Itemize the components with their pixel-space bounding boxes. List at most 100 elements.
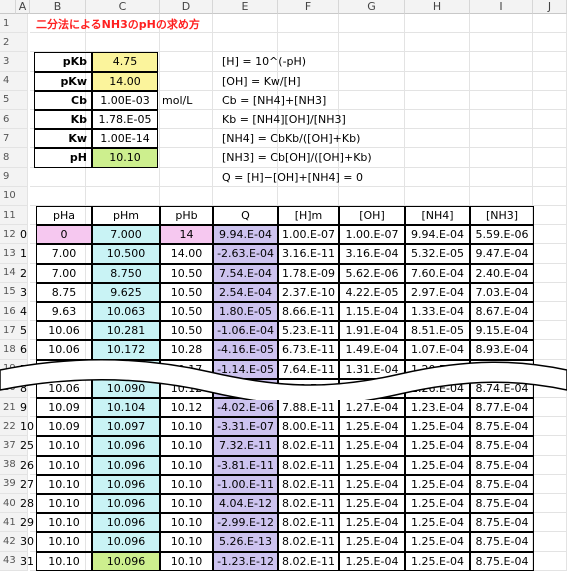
column-header-f[interactable]: F	[278, 0, 339, 14]
table-cell[interactable]: 1.25.E-04	[339, 417, 405, 437]
empty-cell[interactable]	[533, 494, 567, 514]
empty-cell[interactable]	[160, 148, 213, 168]
table-cell[interactable]: 1.25.E-04	[339, 474, 405, 494]
empty-cell[interactable]	[160, 129, 213, 149]
table-cell[interactable]: 10.28	[160, 340, 213, 360]
table-cell[interactable]: 5.26.E-13	[213, 532, 278, 552]
table-cell[interactable]: 4.04.E-12	[213, 494, 278, 514]
table-cell[interactable]: 10.096	[92, 513, 160, 533]
table-cell[interactable]: 10.097	[92, 417, 160, 437]
row-header-8[interactable]: 8	[0, 148, 28, 168]
empty-cell[interactable]	[533, 33, 567, 53]
table-cell[interactable]: 10.10	[160, 436, 213, 456]
column-header-i[interactable]: I	[470, 0, 533, 14]
table-cell[interactable]: 1.00.E-07	[278, 225, 339, 245]
empty-cell[interactable]	[278, 14, 339, 34]
empty-cell[interactable]	[470, 90, 533, 110]
table-cell[interactable]: 9.47.E-04	[470, 244, 534, 264]
table-cell[interactable]: 3.16.E-04	[339, 244, 405, 264]
table-cell[interactable]: 1.78.E-09	[278, 263, 339, 283]
table-cell[interactable]: 10.10	[160, 513, 213, 533]
row-header-3[interactable]: 3	[0, 52, 28, 72]
table-cell[interactable]: 10.10	[36, 436, 92, 456]
table-cell[interactable]: 1.25.E-04	[339, 436, 405, 456]
table-cell[interactable]: 1.25.E-04	[339, 551, 405, 571]
table-cell[interactable]: -4.16.E-05	[213, 340, 278, 360]
table-cell[interactable]: 8.75.E-04	[470, 513, 534, 533]
table-cell[interactable]: 10.10	[160, 532, 213, 552]
table-cell[interactable]: 10.06	[36, 340, 92, 360]
empty-cell[interactable]	[160, 186, 213, 206]
empty-cell[interactable]	[160, 110, 213, 130]
table-cell[interactable]: 1.25.E-04	[339, 513, 405, 533]
empty-cell[interactable]	[470, 14, 533, 34]
table-cell[interactable]: 5.62.E-06	[339, 263, 405, 283]
row-header-5[interactable]: 5	[0, 90, 28, 110]
column-header-b[interactable]: B	[30, 0, 86, 14]
table-cell[interactable]: 10.12	[160, 398, 213, 418]
table-cell[interactable]: 8.75.E-04	[470, 417, 534, 437]
table-cell[interactable]: 1.33.E-04	[405, 302, 470, 322]
table-cell[interactable]: 1.25.E-04	[405, 436, 470, 456]
table-cell[interactable]: 5.23.E-11	[278, 321, 339, 341]
table-cell[interactable]: 1.23.E-04	[405, 398, 470, 418]
table-cell[interactable]: 8.02.E-11	[278, 494, 339, 514]
row-header-10[interactable]: 10	[0, 186, 28, 206]
table-cell[interactable]: 1.25.E-04	[405, 474, 470, 494]
empty-cell[interactable]	[470, 148, 533, 168]
param-value-pkb[interactable]: 4.75	[92, 52, 158, 72]
row-header-11[interactable]: 11	[0, 206, 28, 226]
table-cell[interactable]: 8.75.E-04	[470, 532, 534, 552]
table-cell[interactable]: 10.10	[36, 455, 92, 475]
column-header-a[interactable]: A	[16, 0, 30, 14]
empty-cell[interactable]	[86, 186, 160, 206]
empty-cell[interactable]	[533, 110, 567, 130]
table-cell[interactable]: 8.75.E-04	[470, 455, 534, 475]
table-cell[interactable]: 2.54.E-04	[213, 282, 278, 302]
table-cell[interactable]: 10.50	[160, 302, 213, 322]
table-cell[interactable]: 10.50	[160, 263, 213, 283]
table-cell[interactable]: 8.02.E-11	[278, 474, 339, 494]
empty-cell[interactable]	[533, 263, 567, 283]
row-header-7[interactable]: 7	[0, 129, 28, 149]
table-cell[interactable]: 10.06	[36, 321, 92, 341]
empty-cell[interactable]	[30, 33, 86, 53]
table-cell[interactable]: 8.75	[36, 282, 92, 302]
empty-cell[interactable]	[533, 321, 567, 341]
table-cell[interactable]: 10.096	[92, 494, 160, 514]
table-cell[interactable]: 8.00.E-11	[278, 417, 339, 437]
table-cell[interactable]: 2.97.E-04	[405, 282, 470, 302]
table-cell[interactable]: 1.25.E-04	[405, 494, 470, 514]
table-cell[interactable]: 1.00.E-07	[339, 225, 405, 245]
empty-cell[interactable]	[160, 33, 213, 53]
empty-cell[interactable]	[533, 14, 567, 34]
column-header-d[interactable]: D	[160, 0, 213, 14]
table-cell[interactable]: 9.15.E-04	[470, 321, 534, 341]
table-cell[interactable]: -2.63.E-04	[213, 244, 278, 264]
table-cell[interactable]: 8.67.E-04	[470, 302, 534, 322]
table-cell[interactable]: 8.02.E-11	[278, 532, 339, 552]
table-cell[interactable]: 8.02.E-11	[278, 513, 339, 533]
table-cell[interactable]: 7.32.E-11	[213, 436, 278, 456]
table-cell[interactable]: 10.500	[92, 244, 160, 264]
empty-cell[interactable]	[278, 33, 339, 53]
empty-cell[interactable]	[160, 167, 213, 187]
table-cell[interactable]: 8.75.E-04	[470, 474, 534, 494]
empty-cell[interactable]	[213, 33, 278, 53]
table-cell[interactable]: 7.00	[36, 263, 92, 283]
column-header-j[interactable]: J	[533, 0, 567, 14]
table-cell[interactable]: 1.25.E-04	[339, 455, 405, 475]
table-cell[interactable]: 10.281	[92, 321, 160, 341]
empty-cell[interactable]	[533, 302, 567, 322]
table-cell[interactable]: 8.02.E-11	[278, 455, 339, 475]
empty-cell[interactable]	[470, 52, 533, 72]
empty-cell[interactable]	[30, 186, 86, 206]
table-cell[interactable]: -1.06.E-04	[213, 321, 278, 341]
table-cell[interactable]: 0	[36, 225, 92, 245]
table-cell[interactable]: 9.63	[36, 302, 92, 322]
param-value-pkw[interactable]: 14.00	[92, 71, 158, 91]
empty-cell[interactable]	[533, 417, 567, 437]
empty-cell[interactable]	[470, 71, 533, 91]
table-cell[interactable]: 8.75.E-04	[470, 551, 534, 571]
table-cell[interactable]: 7.88.E-11	[278, 398, 339, 418]
